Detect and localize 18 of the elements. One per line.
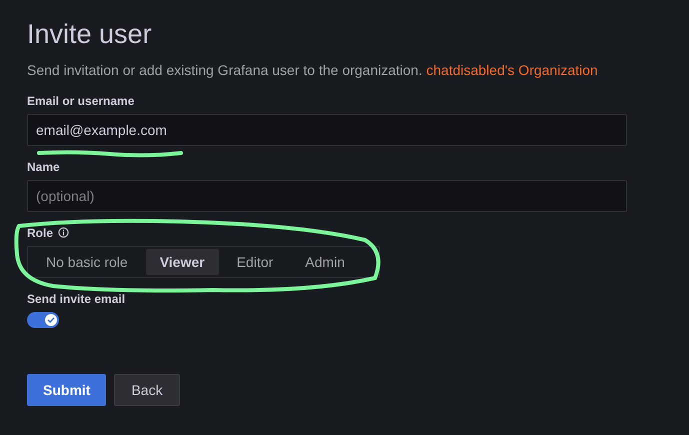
role-option[interactable]: No basic role bbox=[32, 249, 142, 275]
input-field[interactable]: (optional) bbox=[27, 180, 627, 212]
info-icon[interactable] bbox=[58, 227, 70, 238]
input-field[interactable]: email@example.com bbox=[27, 114, 627, 146]
field-label: Send invite email bbox=[27, 292, 126, 306]
role-option[interactable]: Viewer bbox=[146, 249, 219, 275]
page-title: Invite user bbox=[27, 18, 153, 51]
role-option[interactable]: Admin bbox=[291, 249, 359, 275]
page-description: Send invitation or add existing Grafana user to the organization. chatdisabled's Organization bbox=[27, 62, 599, 78]
field-label: Role bbox=[27, 226, 54, 240]
field-label: Name bbox=[27, 160, 60, 174]
organization-link[interactable]: chatdisabled's Organization bbox=[426, 62, 598, 78]
toggle-switch[interactable] bbox=[27, 312, 59, 328]
role-option[interactable]: Editor bbox=[222, 249, 288, 275]
field-label: Email or username bbox=[27, 94, 134, 108]
check-icon bbox=[47, 316, 55, 324]
submit-button[interactable]: Submit bbox=[27, 374, 106, 406]
back-button[interactable]: Back bbox=[114, 374, 180, 406]
